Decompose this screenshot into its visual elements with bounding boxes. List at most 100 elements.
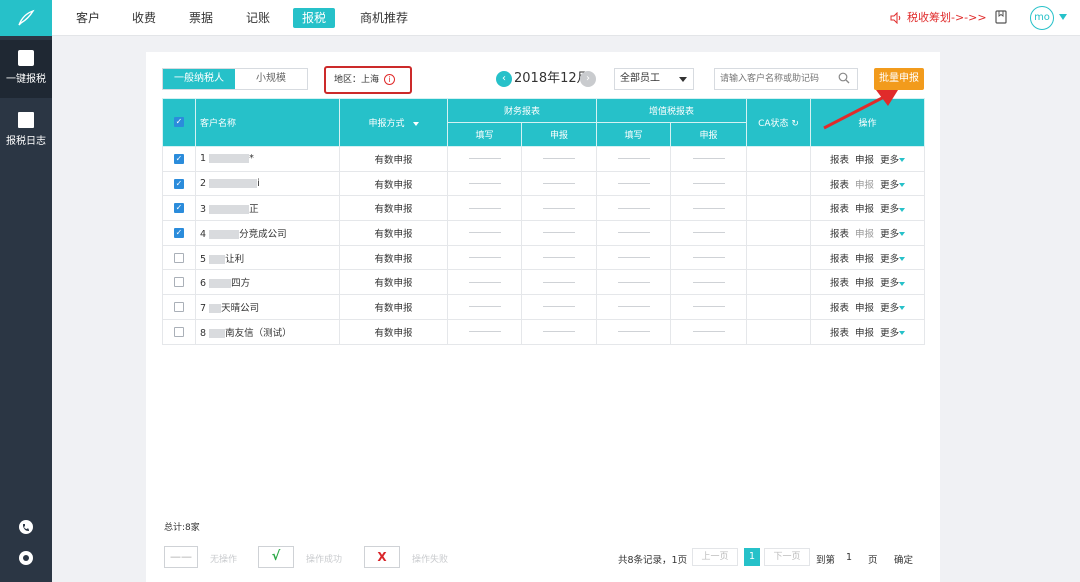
table-row: 5 让利 有数申报 报表 申报 更多 <box>162 244 926 271</box>
more-menu[interactable]: 更多 <box>880 254 899 265</box>
finance-declare-cell <box>520 244 598 271</box>
declare-link[interactable]: 申报 <box>855 328 874 339</box>
declare-link[interactable]: 申报 <box>855 303 874 314</box>
header-method[interactable]: 申报方式 <box>339 98 448 147</box>
ops-cell: 报表 申报 更多 <box>810 220 926 246</box>
declare-link[interactable]: 申报 <box>855 254 874 265</box>
page-number-1[interactable]: 1 <box>744 548 760 566</box>
no-op-dash <box>543 306 575 308</box>
row-checkbox[interactable]: ✓ <box>174 203 184 214</box>
no-op-dash <box>692 257 725 259</box>
next-page-button[interactable]: 下一页 <box>764 548 810 566</box>
row-select-cell <box>162 244 196 271</box>
report-link[interactable]: 报表 <box>830 155 849 166</box>
no-op-dash <box>468 281 501 283</box>
phone-icon[interactable] <box>18 519 34 535</box>
tab-small-scale[interactable]: 小规模 <box>235 69 307 89</box>
legend-fail-box: X <box>364 546 400 568</box>
more-menu[interactable]: 更多 <box>880 204 899 215</box>
goto-page-input[interactable]: 1 <box>846 552 852 563</box>
caret-down-icon <box>412 121 419 126</box>
sidebar-item-label: 一键报税 <box>6 74 46 85</box>
declare-link[interactable]: 申报 <box>855 278 874 289</box>
customer-name: 南友信（测试） <box>225 327 292 339</box>
tax-planning-link[interactable]: 税收筹划->->> <box>907 8 987 28</box>
ops-cell: 报表 申报 更多 <box>810 294 926 320</box>
customer-table: ✓ 客户名称 申报方式 财务报表 增值税报表 CA状态 ↻ 操作 填写 申报 填… <box>162 98 926 345</box>
select-all-checkbox[interactable]: ✓ <box>174 117 184 128</box>
more-menu[interactable]: 更多 <box>880 278 899 289</box>
confirm-button[interactable]: 确定 <box>894 552 913 566</box>
row-checkbox[interactable] <box>174 277 184 288</box>
report-link[interactable]: 报表 <box>830 229 849 240</box>
declare-link[interactable]: 申报 <box>855 229 874 240</box>
more-menu[interactable]: 更多 <box>880 180 899 191</box>
tab-general-taxpayer[interactable]: 一般纳税人 <box>163 69 235 89</box>
ops-cell: 报表 申报 更多 <box>810 318 926 345</box>
header-vat-declare: 申报 <box>670 122 748 147</box>
header-finance: 财务报表 <box>446 98 598 123</box>
declare-link[interactable]: 申报 <box>855 155 874 166</box>
no-op-dash <box>617 207 650 209</box>
ca-status-cell <box>746 146 812 172</box>
sidebar-item-one-click-tax[interactable]: 一键报税 <box>0 40 52 98</box>
nav-fees[interactable]: 收费 <box>128 8 160 28</box>
more-menu[interactable]: 更多 <box>880 328 899 339</box>
no-op-dash <box>617 331 650 333</box>
support-icon[interactable] <box>18 550 34 566</box>
refresh-icon[interactable]: ↻ <box>791 119 799 129</box>
nav-opportunities[interactable]: 商机推荐 <box>356 8 412 28</box>
taxpayer-type-tabs: 一般纳税人 小规模 <box>162 68 308 90</box>
avatar[interactable]: mo <box>1030 6 1054 30</box>
prev-page-button[interactable]: 上一页 <box>692 548 738 566</box>
nav-tax[interactable]: 报税 <box>293 8 336 28</box>
row-checkbox[interactable]: ✓ <box>174 153 184 164</box>
report-link[interactable]: 报表 <box>830 204 849 215</box>
row-checkbox[interactable] <box>174 326 184 337</box>
staff-select[interactable]: 全部员工 <box>614 68 694 90</box>
redacted-name <box>209 254 226 264</box>
method-cell: 有数申报 <box>339 318 448 345</box>
more-menu[interactable]: 更多 <box>880 229 899 240</box>
report-link[interactable]: 报表 <box>830 328 849 339</box>
row-select-cell: ✓ <box>162 146 196 172</box>
vat-fill-cell <box>596 244 672 271</box>
declare-link[interactable]: 申报 <box>855 180 874 191</box>
search-icon[interactable] <box>838 72 850 84</box>
pencil-icon <box>18 50 34 66</box>
no-op-dash <box>543 281 575 283</box>
report-link[interactable]: 报表 <box>830 254 849 265</box>
no-op-dash <box>617 281 650 283</box>
row-checkbox[interactable]: ✓ <box>174 178 184 189</box>
redacted-name <box>209 154 250 164</box>
row-select-cell <box>162 318 196 345</box>
method-cell: 有数申报 <box>339 195 448 222</box>
row-checkbox[interactable] <box>174 252 184 263</box>
ca-status-cell <box>746 170 812 197</box>
nav-invoices[interactable]: 票据 <box>185 8 217 28</box>
vat-declare-cell <box>670 269 748 296</box>
report-link[interactable]: 报表 <box>830 180 849 191</box>
customer-name: * <box>249 153 254 165</box>
row-checkbox[interactable]: ✓ <box>174 227 184 238</box>
bookmark-icon[interactable] <box>994 10 1008 24</box>
caret-down-icon <box>899 257 906 262</box>
app-logo[interactable] <box>0 0 52 36</box>
more-menu[interactable]: 更多 <box>880 303 899 314</box>
info-icon[interactable]: i <box>384 74 395 85</box>
report-link[interactable]: 报表 <box>830 303 849 314</box>
ca-status-cell <box>746 294 812 320</box>
declare-link[interactable]: 申报 <box>855 204 874 215</box>
finance-fill-cell <box>447 146 522 172</box>
prev-month-icon[interactable]: ‹ <box>496 71 512 87</box>
next-month-icon[interactable]: › <box>580 71 596 87</box>
region-indicator: 地区：上海 i <box>324 66 412 94</box>
ca-status-cell <box>746 220 812 246</box>
sidebar-item-tax-log[interactable]: 报税日志 <box>0 102 52 160</box>
nav-customers[interactable]: 客户 <box>72 8 104 28</box>
report-link[interactable]: 报表 <box>830 278 849 289</box>
nav-bookkeeping[interactable]: 记账 <box>242 8 274 28</box>
more-menu[interactable]: 更多 <box>880 155 899 166</box>
chevron-down-icon[interactable] <box>1059 14 1067 20</box>
row-checkbox[interactable] <box>174 301 184 312</box>
